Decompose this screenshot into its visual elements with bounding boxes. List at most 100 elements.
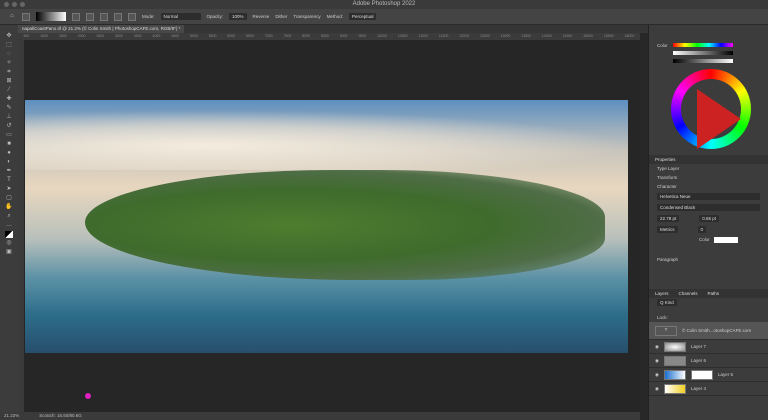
ruler-tick-label: 7000 <box>264 34 273 38</box>
visibility-eye-icon[interactable]: ◉ <box>655 372 659 378</box>
document-tab[interactable]: napaliCoastPano.tif @ 21.2% (© Colin Smi… <box>18 25 185 33</box>
color-swatches-icon[interactable] <box>5 231 13 238</box>
ruler-tick-label: 10500 <box>397 34 408 38</box>
move-tool-icon[interactable]: ✥ <box>5 33 13 40</box>
healing-tool-icon[interactable]: ✚ <box>5 96 13 103</box>
layer-name[interactable]: © Colin Smith...otoshopCAFE.com <box>682 328 751 333</box>
method-select[interactable]: Perceptual <box>348 13 377 20</box>
document-tab-bar: napaliCoastPano.tif @ 21.2% (© Colin Smi… <box>18 25 648 33</box>
linear-gradient-button[interactable] <box>72 12 80 21</box>
character-section[interactable]: Character <box>649 182 768 191</box>
font-family-select[interactable]: Helvetica Neue <box>657 193 760 200</box>
shape-tool-icon[interactable]: ▢ <box>5 195 13 202</box>
layer-name[interactable]: Layer 6 <box>691 358 706 363</box>
diamond-gradient-button[interactable] <box>128 12 136 21</box>
gradient-tool-icon[interactable]: ■ <box>5 141 13 148</box>
minimize-window-button[interactable] <box>12 2 17 7</box>
color-wheel[interactable] <box>671 69 751 149</box>
reverse-checkbox[interactable]: Reverse <box>253 14 270 19</box>
visibility-eye-icon[interactable]: ◉ <box>655 358 659 364</box>
lock-label: Lock: <box>657 315 668 320</box>
reflected-gradient-button[interactable] <box>114 12 122 21</box>
layer-name[interactable]: Layer 5 <box>718 372 733 377</box>
font-size-field[interactable]: 22.78 pt <box>657 215 680 222</box>
ruler-tick-label: 12500 <box>479 34 490 38</box>
color-panel: Color <box>649 25 768 155</box>
angle-gradient-button[interactable] <box>100 12 108 21</box>
ruler-tick-label: 2500 <box>96 34 105 38</box>
text-color-swatch[interactable] <box>713 237 738 243</box>
layer-name[interactable]: Layer 7 <box>691 344 706 349</box>
island-cliffs <box>85 170 605 280</box>
dodge-tool-icon[interactable]: ◐ <box>5 159 13 166</box>
horizontal-ruler: 500 1000 1500 2000 2500 3000 3500 4000 4500 5000 5… <box>18 33 640 40</box>
ruler-tick-label: 14500 <box>562 34 573 38</box>
tracking-field[interactable]: 0 <box>697 226 707 233</box>
gradient-picker[interactable] <box>36 12 66 21</box>
more-tools-icon[interactable]: … <box>5 222 13 229</box>
zoom-level[interactable]: 21.22% <box>4 412 19 420</box>
transform-section[interactable]: Transform <box>649 173 768 182</box>
properties-tab[interactable]: Properties <box>655 155 676 164</box>
magic-wand-tool-icon[interactable]: ✧ <box>5 60 13 67</box>
brush-tool-icon[interactable]: ✎ <box>5 105 13 112</box>
quick-mask-icon[interactable]: ◎ <box>5 240 13 247</box>
opacity-label: Opacity: <box>206 14 224 19</box>
paths-tab[interactable]: Paths <box>708 289 720 298</box>
ruler-tick-label: 13500 <box>521 34 531 38</box>
ruler-tick-label: 11000 <box>418 34 428 38</box>
radial-gradient-button[interactable] <box>86 12 94 21</box>
visibility-eye-icon[interactable]: ◉ <box>655 344 659 350</box>
leading-field[interactable]: 0.65 pt <box>699 215 720 222</box>
layer-name[interactable]: Layer 4 <box>691 386 706 391</box>
history-brush-icon[interactable]: ↺ <box>5 123 13 130</box>
type-tool-icon[interactable]: T <box>5 177 13 184</box>
kerning-field[interactable]: Metrics <box>657 226 678 233</box>
blur-tool-icon[interactable]: ● <box>5 150 13 157</box>
brightness-slider[interactable] <box>673 59 733 63</box>
font-style-select[interactable]: Condensed Black <box>657 204 760 211</box>
screen-mode-icon[interactable]: ▣ <box>5 249 13 256</box>
tool-preset-icon[interactable] <box>22 12 30 21</box>
home-icon[interactable]: ⌂ <box>8 13 16 20</box>
maximize-window-button[interactable] <box>20 2 25 7</box>
frame-tool-icon[interactable]: ⊠ <box>5 78 13 85</box>
zoom-tool-icon[interactable]: ⌕ <box>5 213 13 220</box>
dither-checkbox[interactable]: Dither <box>275 14 287 19</box>
opacity-field[interactable]: 100% <box>229 13 247 20</box>
properties-panel: Properties Type Layer Transform Characte… <box>649 155 768 264</box>
path-selection-icon[interactable]: ➤ <box>5 186 13 193</box>
ruler-tick-label: 6000 <box>227 34 236 38</box>
hand-tool-icon[interactable]: ✋ <box>5 204 13 211</box>
layer-filter[interactable]: Q Kind <box>657 299 677 306</box>
mode-select[interactable]: Normal <box>160 13 201 20</box>
title-bar: Adobe Photoshop 2022 <box>0 0 768 9</box>
lasso-tool-icon[interactable]: ◌ <box>5 51 13 58</box>
color-triangle[interactable] <box>697 89 741 149</box>
close-window-button[interactable] <box>4 2 9 7</box>
scratch-info: Scratch: 16.50/80.6G <box>39 413 82 418</box>
transparency-checkbox[interactable]: Transparency <box>293 14 320 19</box>
ruler-tick-label: 15000 <box>583 34 593 38</box>
marquee-tool-icon[interactable]: ⬚ <box>5 42 13 49</box>
eraser-tool-icon[interactable]: ▭ <box>5 132 13 139</box>
saturation-slider[interactable] <box>673 51 733 55</box>
stamp-tool-icon[interactable]: ⊥ <box>5 114 13 121</box>
pen-tool-icon[interactable]: ✒ <box>5 168 13 175</box>
channels-tab[interactable]: Channels <box>679 289 698 298</box>
eyedropper-tool-icon[interactable]: ⁄ <box>5 87 13 94</box>
ruler-tick-label: 8000 <box>302 34 311 38</box>
hue-slider[interactable] <box>673 43 733 47</box>
paragraph-section[interactable]: Paragraph <box>649 245 768 264</box>
crop-tool-icon[interactable]: ⌗ <box>5 69 13 76</box>
layers-tab[interactable]: Layers <box>655 289 669 298</box>
right-panels: Color Properties Type Layer Transform Ch… <box>648 25 768 420</box>
ruler-tick-label: 9000 <box>339 34 348 38</box>
ruler-tick-label: 2000 <box>77 34 86 38</box>
ruler-tick-label: 13000 <box>500 34 511 38</box>
ruler-tick-label: 16000 <box>624 34 635 38</box>
ruler-tick-label: 3000 <box>115 34 123 38</box>
method-label: Method: <box>326 14 343 19</box>
visibility-eye-icon[interactable]: ◉ <box>655 386 659 392</box>
panorama-image[interactable] <box>25 100 628 353</box>
